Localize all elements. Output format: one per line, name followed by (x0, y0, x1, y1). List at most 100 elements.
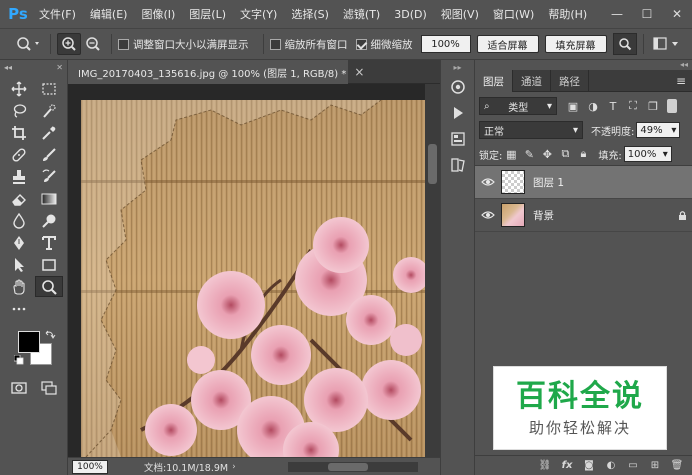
layer-name[interactable]: 背景 (533, 208, 672, 223)
layer-fx-icon[interactable]: fx (558, 458, 576, 474)
quick-mask-button[interactable] (5, 377, 33, 398)
filter-pixel-icon[interactable]: ▣ (563, 97, 583, 115)
filter-kind-select[interactable]: ⌕ 类型 ▾ (479, 97, 557, 115)
clone-stamp-tool[interactable] (5, 166, 33, 187)
brush-tool[interactable] (35, 144, 63, 165)
zoom-all-checkbox[interactable] (269, 38, 281, 50)
edit-toolbar-button[interactable] (5, 298, 33, 319)
filter-toggle-switch[interactable] (667, 99, 677, 113)
fill-field[interactable]: 100% ▾ (623, 146, 672, 162)
pen-tool[interactable] (5, 232, 33, 253)
filter-type-icon[interactable]: T (603, 97, 623, 115)
panel-collapse-icon[interactable]: ◂◂ (680, 60, 688, 70)
scrubby-zoom-option[interactable]: 细微缩放 (355, 37, 413, 52)
vertical-scroll-thumb[interactable] (428, 144, 437, 184)
gradient-tool[interactable] (35, 188, 63, 209)
layer-row[interactable]: 背景 (475, 199, 692, 232)
color-panel-button[interactable] (441, 74, 475, 100)
filter-shape-icon[interactable]: ⛶ (623, 97, 643, 115)
move-tool[interactable] (5, 78, 33, 99)
maximize-button[interactable]: ☐ (632, 0, 662, 28)
actions-panel-button[interactable] (441, 100, 475, 126)
tool-preset-picker[interactable] (14, 33, 44, 55)
minimize-button[interactable]: — (602, 0, 632, 28)
panel-menu-icon[interactable]: ≡ (676, 74, 686, 88)
lock-position-icon[interactable]: ✥ (538, 145, 556, 163)
new-group-icon[interactable]: ▭ (624, 458, 642, 474)
close-toolbar-icon[interactable]: ✕ (56, 63, 63, 72)
strip-collapse-icon[interactable]: ▸▸ (441, 60, 474, 74)
zoom-percent-field[interactable]: 100% (420, 35, 471, 53)
add-mask-icon[interactable]: ◙ (580, 458, 598, 474)
scrubby-zoom-checkbox[interactable] (355, 38, 367, 50)
layer-visibility-toggle[interactable] (475, 177, 501, 187)
layer-thumbnail[interactable] (501, 203, 525, 227)
properties-panel-button[interactable] (441, 126, 475, 152)
menu-type[interactable]: 文字(Y) (233, 6, 284, 22)
resize-windows-option[interactable]: 调整窗口大小以满屏显示 (118, 37, 249, 52)
tab-layers[interactable]: 图层 (475, 70, 513, 92)
layer-thumbnail[interactable] (501, 170, 525, 194)
menu-layer[interactable]: 图层(L) (182, 6, 233, 22)
eraser-tool[interactable] (5, 188, 33, 209)
menu-filter[interactable]: 滤镜(T) (336, 6, 387, 22)
zoom-tool[interactable] (35, 276, 63, 297)
tab-channels[interactable]: 通道 (513, 70, 551, 92)
close-document-icon[interactable]: × (354, 65, 364, 79)
adjustments-panel-button[interactable] (441, 152, 475, 178)
eyedropper-tool[interactable] (35, 122, 63, 143)
filter-smart-object-icon[interactable]: ❐ (643, 97, 663, 115)
horizontal-scroll-thumb[interactable] (328, 463, 368, 471)
document-canvas[interactable] (81, 100, 426, 457)
menu-image[interactable]: 图像(I) (134, 6, 182, 22)
opacity-field[interactable]: 49% ▾ (636, 122, 681, 138)
quick-select-tool[interactable] (35, 100, 63, 121)
fill-screen-button[interactable]: 填充屏幕 (544, 35, 607, 53)
lock-all-icon[interactable]: 🔒︎ (574, 145, 592, 163)
resize-windows-checkbox[interactable] (118, 38, 129, 50)
layer-name[interactable]: 图层 1 (533, 175, 692, 190)
workspace-switcher[interactable] (650, 33, 684, 55)
search-button[interactable] (612, 33, 637, 55)
menu-help[interactable]: 帮助(H) (541, 6, 594, 22)
rectangle-tool[interactable] (35, 254, 63, 275)
menu-edit[interactable]: 编辑(E) (83, 6, 135, 22)
horizontal-scrollbar[interactable] (288, 462, 418, 472)
menu-file[interactable]: 文件(F) (32, 6, 83, 22)
menu-3d[interactable]: 3D(D) (387, 8, 434, 21)
collapse-arrows-icon[interactable]: ◂◂ (4, 63, 12, 72)
new-layer-icon[interactable]: ⊞ (646, 458, 664, 474)
type-tool[interactable] (35, 232, 63, 253)
zoom-out-mode-button[interactable] (81, 33, 105, 55)
zoom-all-option[interactable]: 缩放所有窗口 (269, 37, 348, 52)
document-info[interactable]: 文档:10.1M/18.9M (144, 460, 228, 474)
default-colors-icon[interactable] (14, 355, 24, 365)
link-layers-icon[interactable]: ⛓ (536, 458, 554, 474)
filter-adjustment-icon[interactable]: ◑ (583, 97, 603, 115)
status-zoom-field[interactable]: 100% (72, 459, 108, 474)
zoom-in-mode-button[interactable] (57, 33, 81, 55)
blur-tool[interactable] (5, 210, 33, 231)
delete-layer-icon[interactable]: 🗑︎ (668, 458, 686, 474)
canvas-area[interactable] (68, 84, 440, 457)
path-selection-tool[interactable] (5, 254, 33, 275)
crop-tool[interactable] (5, 122, 33, 143)
dodge-tool[interactable] (35, 210, 63, 231)
fit-screen-button[interactable]: 适合屏幕 (476, 35, 539, 53)
lasso-tool[interactable] (5, 100, 33, 121)
layer-visibility-toggle[interactable] (475, 210, 501, 220)
blend-mode-select[interactable]: 正常 ▾ (479, 121, 583, 139)
swap-colors-icon[interactable] (44, 329, 56, 341)
history-brush-tool[interactable] (35, 166, 63, 187)
lock-artboard-icon[interactable]: ⧉ (556, 145, 574, 163)
hand-tool[interactable] (5, 276, 33, 297)
close-window-button[interactable]: ✕ (662, 0, 692, 28)
menu-select[interactable]: 选择(S) (284, 6, 336, 22)
new-adjustment-icon[interactable]: ◐ (602, 458, 620, 474)
menu-view[interactable]: 视图(V) (434, 6, 486, 22)
layer-row[interactable]: 图层 1 (475, 166, 692, 199)
marquee-tool[interactable] (35, 78, 63, 99)
foreground-color-swatch[interactable] (18, 331, 40, 353)
status-menu-arrow-icon[interactable]: › (232, 462, 236, 472)
screen-mode-button[interactable] (35, 377, 63, 398)
